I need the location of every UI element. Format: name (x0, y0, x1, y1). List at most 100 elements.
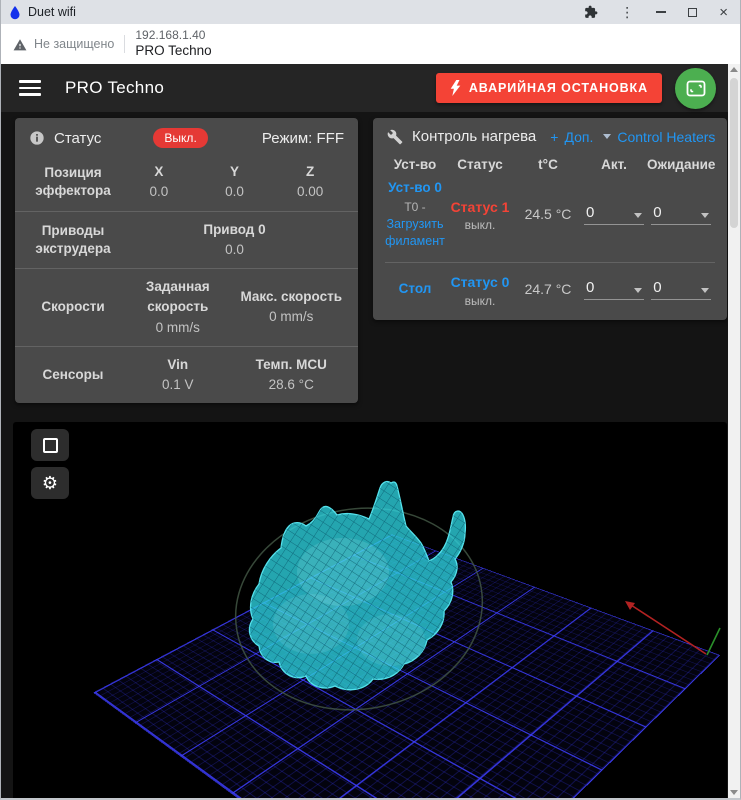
mesh-object-overlay (13, 422, 727, 798)
emergency-stop-button[interactable]: АВАРИЙНАЯ ОСТАНОВКА (436, 73, 662, 103)
heightmap-3d-viewer[interactable]: ⚙ (13, 422, 727, 798)
printed-object-mesh (233, 452, 493, 692)
sensors-row: Сенсоры Vin0.1 V Темп. MCU28.6 °C (15, 346, 358, 404)
heater1-state: выкл. (445, 218, 515, 232)
chevron-down-icon (701, 213, 709, 218)
axis-y-header: Y (197, 162, 273, 182)
square-icon (43, 438, 58, 453)
scroll-down-arrow[interactable] (730, 790, 738, 795)
extensions-icon[interactable] (584, 5, 598, 19)
url-text: 192.168.1.40 (135, 28, 211, 43)
requested-speed-header: Заданная скорость (121, 277, 235, 318)
page-scrollbar[interactable] (728, 64, 740, 798)
chevron-down-icon (603, 134, 611, 139)
chevron-down-icon (634, 213, 642, 218)
connection-status-icon (686, 80, 706, 97)
extruder-drives-row: Приводы экструдера Привод 00.0 (15, 211, 358, 269)
heater0-temp: 24.7 °C (515, 281, 581, 297)
z-axis-arrow (707, 628, 720, 655)
axis-x-value: 0.0 (121, 182, 197, 202)
not-secure-warning-icon (13, 38, 27, 51)
col-standby: Ожидание (647, 157, 715, 172)
heater1-temp: 24.5 °C (515, 206, 581, 222)
effector-position-row: Позиция эффектора X0.0 Y0.0 Z0.00 (15, 154, 358, 211)
bed-active-temp-select[interactable]: 0 (584, 278, 644, 300)
heater-row-tool0: Уст-во 0 T0 - Загрузить филамент Статус … (385, 174, 715, 262)
heater-panel-header: Контроль нагрева + Доп. Control Heaters (373, 118, 727, 151)
machine-state-badge: Выкл. (153, 128, 207, 148)
scrollbar-thumb[interactable] (730, 78, 738, 228)
browser-window: Duet wifi ⋮ × Не защищено 192.168.1.40 P… (0, 0, 741, 800)
address-bar[interactable]: Не защищено 192.168.1.40 PRO Techno (1, 24, 740, 64)
col-active: Акт. (581, 157, 647, 172)
col-status: Статус (445, 157, 515, 172)
axis-x-header: X (121, 162, 197, 182)
speeds-row: Скорости Заданная скорость0 mm/s Макс. с… (15, 268, 358, 346)
window-title: Duet wifi (28, 5, 584, 19)
reset-view-button[interactable] (31, 429, 69, 461)
vin-header: Vin (121, 355, 235, 375)
status-panel: Статус Выкл. Режим: FFF Позиция эффектор… (15, 118, 358, 403)
heater-control-panel: Контроль нагрева + Доп. Control Heaters … (373, 118, 727, 320)
tool0-standby-temp-select[interactable]: 0 (651, 203, 711, 225)
viewer-buttons: ⚙ (31, 429, 69, 499)
menu-hamburger-icon[interactable] (19, 80, 43, 96)
status-panel-title: Статус (54, 130, 101, 147)
minimize-button[interactable] (656, 11, 666, 13)
titlebar: Duet wifi ⋮ × (1, 0, 740, 24)
axis-z-value: 0.00 (272, 182, 348, 202)
axis-z-header: Z (272, 162, 348, 182)
chevron-down-icon (634, 288, 642, 293)
extra-heaters-link[interactable]: Доп. (564, 129, 593, 145)
add-extra-heater-link[interactable]: + (550, 129, 558, 145)
heater1-status[interactable]: Статус 1 (445, 196, 515, 218)
heater-panel-title: Контроль нагрева (412, 128, 536, 145)
control-heaters-link: Control Heaters (617, 129, 715, 145)
duet-web-control-app: PRO Techno АВАРИЙНАЯ ОСТАНОВКА (1, 64, 740, 798)
bed-link[interactable]: Стол (385, 279, 445, 299)
wrench-icon (387, 129, 403, 145)
divider (124, 35, 125, 53)
gear-icon: ⚙ (42, 474, 58, 492)
chevron-down-icon (701, 288, 709, 293)
vin-value: 0.1 V (121, 375, 235, 395)
dashboard-panels: Статус Выкл. Режим: FFF Позиция эффектор… (1, 112, 728, 403)
load-filament-link[interactable]: Загрузить филамент (385, 216, 445, 250)
drive0-header: Привод 0 (121, 220, 348, 240)
tool0-link[interactable]: Уст-во 0 (385, 178, 445, 198)
requested-speed-value: 0 mm/s (121, 318, 235, 338)
scroll-up-arrow[interactable] (730, 67, 738, 72)
mcu-temp-header: Темп. MCU (235, 355, 349, 375)
machine-name-title: PRO Techno (65, 78, 436, 98)
mcu-temp-value: 28.6 °C (235, 375, 349, 395)
mode-label: Режим: FFF (262, 130, 344, 147)
duet-drop-favicon (9, 5, 21, 20)
close-button[interactable]: × (719, 5, 728, 20)
axes-indicator (625, 601, 720, 655)
top-speed-value: 0 mm/s (235, 307, 349, 327)
maximize-button[interactable] (688, 8, 697, 17)
drive0-value: 0.0 (121, 240, 348, 260)
control-heaters-dropdown[interactable]: Control Heaters (603, 129, 715, 145)
connect-button[interactable] (675, 68, 716, 109)
status-panel-header: Статус Выкл. Режим: FFF (15, 118, 358, 154)
tool0-active-temp-select[interactable]: 0 (584, 203, 644, 225)
axis-y-value: 0.0 (197, 182, 273, 202)
x-axis-arrow (631, 605, 706, 654)
app-toolbar: PRO Techno АВАРИЙНАЯ ОСТАНОВКА (1, 64, 728, 112)
viewer-settings-button[interactable]: ⚙ (31, 467, 69, 499)
bed-standby-temp-select[interactable]: 0 (651, 278, 711, 300)
info-icon (29, 130, 45, 146)
heaters-table-header: Уст-во Статус t°C Акт. Ожидание (385, 153, 715, 174)
site-name: PRO Techno (135, 43, 211, 60)
security-label[interactable]: Не защищено (34, 37, 114, 51)
col-temp: t°C (515, 157, 581, 172)
url-display[interactable]: 192.168.1.40 PRO Techno (135, 28, 211, 60)
lightning-bolt-icon (450, 80, 461, 96)
heater0-status[interactable]: Статус 0 (445, 271, 515, 293)
tool0-note: T0 - (385, 198, 445, 216)
browser-menu-icon[interactable]: ⋮ (620, 5, 634, 19)
col-tool: Уст-во (385, 157, 445, 172)
heater0-state: выкл. (445, 294, 515, 308)
heaters-table: Уст-во Статус t°C Акт. Ожидание Уст-во 0… (373, 151, 727, 320)
